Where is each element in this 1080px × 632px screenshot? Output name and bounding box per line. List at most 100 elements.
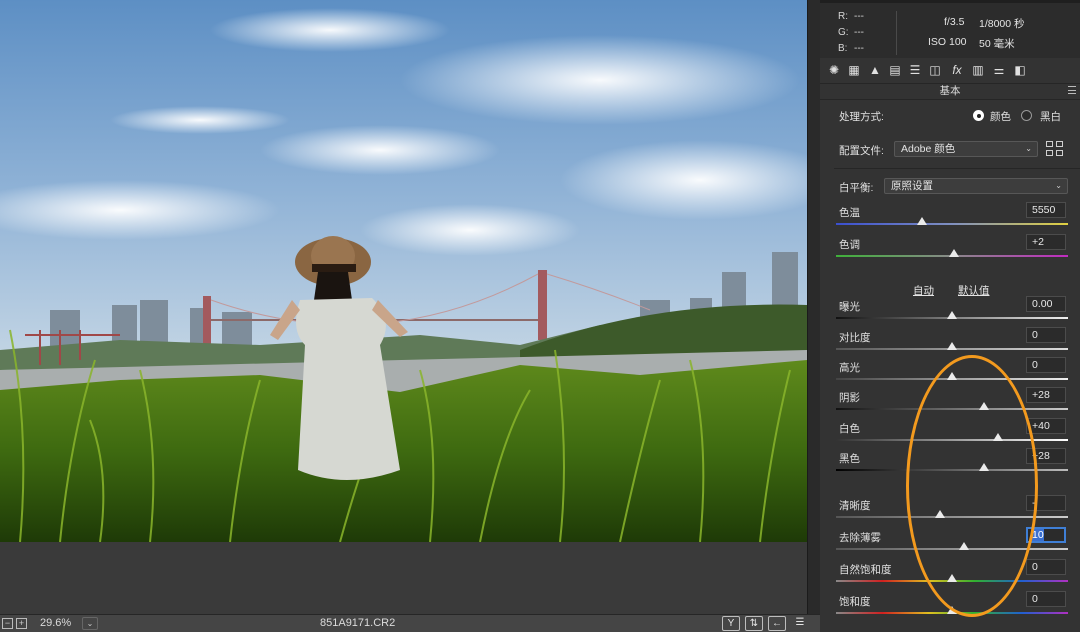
slider-thumb[interactable] xyxy=(947,311,957,319)
slider-label: 白色 xyxy=(839,423,860,435)
g-label: G: xyxy=(838,27,849,38)
profile-label: 配置文件: xyxy=(839,145,884,157)
grid-icon[interactable]: ▦ xyxy=(846,63,862,77)
chevron-down-icon: ⌄ xyxy=(1025,144,1032,153)
white-balance-value: 原照设置 xyxy=(891,180,933,192)
slider-track[interactable] xyxy=(836,516,1068,518)
slider-value: 0 xyxy=(1032,329,1038,341)
bw-radio-label: 黑白 xyxy=(1040,111,1061,123)
presets-icon[interactable]: ⚌ xyxy=(991,63,1007,77)
panel-tabs: ✺ ▦ ▲ ▤ ☰ ◫ fx ▥ ⚌ ◧ xyxy=(820,58,1080,84)
slider-value-field[interactable]: 10 xyxy=(1026,527,1066,543)
b-label: B: xyxy=(838,43,848,54)
white-balance-select[interactable]: 原照设置 ⌄ xyxy=(884,178,1068,194)
slider-value-field[interactable]: +28 xyxy=(1026,387,1066,403)
slider-thumb[interactable] xyxy=(947,574,957,582)
slider-label: 清晰度 xyxy=(839,500,871,512)
hsl-icon[interactable]: ☰ xyxy=(907,63,923,77)
slider-label: 曝光 xyxy=(839,301,860,313)
slider-track[interactable] xyxy=(836,548,1068,550)
iso: ISO 100 xyxy=(928,36,967,48)
slider-value: +28 xyxy=(1032,389,1050,401)
default-link[interactable]: 默认值 xyxy=(958,283,990,298)
info-separator xyxy=(896,11,897,55)
slider-thumb[interactable] xyxy=(958,542,969,550)
chevron-down-icon: ⌄ xyxy=(1055,181,1062,190)
slider-label: 高光 xyxy=(839,362,860,374)
slider-value: 0 xyxy=(1032,593,1038,605)
slider-value: 0 xyxy=(1032,359,1038,371)
slider-label: 去除薄雾 xyxy=(839,532,881,544)
slider-track[interactable] xyxy=(836,469,1068,471)
slider-label: 色温 xyxy=(839,207,860,219)
slider-value: 0 xyxy=(1032,561,1038,573)
slider-label: 饱和度 xyxy=(839,596,871,608)
lens-icon[interactable]: ◫ xyxy=(927,63,943,77)
section-title: 基本 xyxy=(820,84,1080,100)
file-name: 851A9171.CR2 xyxy=(320,617,396,629)
slider-thumb[interactable] xyxy=(916,217,927,225)
slider-value: 0.00 xyxy=(1032,298,1053,310)
slider-value-field[interactable]: +40 xyxy=(1026,418,1066,434)
zoom-in-icon[interactable]: + xyxy=(16,618,27,629)
slider-thumb[interactable] xyxy=(979,402,990,410)
slider-value: 10 xyxy=(1032,529,1044,541)
slider-label: 黑色 xyxy=(839,453,860,465)
panel-menu-icon[interactable] xyxy=(1068,86,1076,94)
aperture: f/3.5 xyxy=(944,16,965,28)
slider-value-field[interactable]: 0 xyxy=(1026,327,1066,343)
swap-icon[interactable]: ⇅ xyxy=(745,616,763,631)
slider-label: 阴影 xyxy=(839,392,860,404)
zoom-level: 29.6% xyxy=(40,617,72,629)
g-value: --- xyxy=(854,27,864,38)
slider-value-field[interactable]: +2 xyxy=(1026,234,1066,250)
slider-thumb[interactable] xyxy=(979,463,990,471)
mountains-icon[interactable]: ▲ xyxy=(867,63,883,77)
status-bar: − + 29.6% ⌄ 851A9171.CR2 Y ⇅ ← ☰ xyxy=(0,614,820,632)
slider-label: 对比度 xyxy=(839,332,871,344)
y-compare-icon[interactable]: Y xyxy=(722,616,740,631)
snapshots-icon[interactable]: ◧ xyxy=(1012,63,1028,77)
auto-link[interactable]: 自动 xyxy=(913,283,934,298)
r-value: --- xyxy=(854,11,864,22)
aperture-icon[interactable]: ✺ xyxy=(826,63,842,77)
slider-thumb[interactable] xyxy=(993,433,1004,441)
slider-value-field[interactable]: 0 xyxy=(1026,559,1066,575)
slider-label: 色调 xyxy=(839,239,860,251)
slider-track[interactable] xyxy=(836,223,1068,225)
panel-divider[interactable] xyxy=(807,0,820,614)
profile-select[interactable]: Adobe 颜色 ⌄ xyxy=(894,141,1038,157)
slider-value-field[interactable]: 5550 xyxy=(1026,202,1066,218)
slider-thumb[interactable] xyxy=(947,606,957,614)
slider-value-field[interactable]: 0.00 xyxy=(1026,296,1066,312)
profile-value: Adobe 颜色 xyxy=(901,143,956,155)
slider-thumb[interactable] xyxy=(947,342,957,350)
bw-radio[interactable] xyxy=(1021,110,1032,121)
slider-value: +28 xyxy=(1032,450,1050,462)
slider-value: +2 xyxy=(1032,236,1044,248)
adjustment-panel: R: --- G: --- B: --- f/3.5 1/8000 秒 ISO 100… xyxy=(820,0,1080,632)
profile-browser-icon[interactable] xyxy=(1046,141,1064,157)
copy-settings-icon[interactable]: ← xyxy=(768,616,786,631)
treatment-label: 处理方式: xyxy=(839,111,884,123)
preferences-icon[interactable]: ☰ xyxy=(791,616,809,631)
slider-thumb[interactable] xyxy=(949,249,960,257)
slider-thumb[interactable] xyxy=(947,372,957,380)
camera-calibration-icon[interactable]: ▥ xyxy=(970,63,986,77)
slider-track[interactable] xyxy=(836,439,1068,441)
color-radio[interactable] xyxy=(973,110,984,121)
split-icon[interactable]: ▤ xyxy=(887,63,903,77)
slider-label: 自然饱和度 xyxy=(839,564,892,576)
info-panel: R: --- G: --- B: --- f/3.5 1/8000 秒 ISO 100… xyxy=(820,0,1080,58)
slider-thumb[interactable] xyxy=(935,510,946,518)
slider-value-field[interactable]: - xyxy=(1026,495,1066,511)
slider-track[interactable] xyxy=(836,408,1068,410)
fx-icon[interactable]: fx xyxy=(949,63,965,77)
slider-value: 5550 xyxy=(1032,204,1056,216)
photo-preview[interactable] xyxy=(0,0,807,542)
fit-icon[interactable]: − xyxy=(2,618,13,629)
zoom-dropdown-icon[interactable]: ⌄ xyxy=(82,617,98,630)
slider-value-field[interactable]: 0 xyxy=(1026,591,1066,607)
slider-value-field[interactable]: 0 xyxy=(1026,357,1066,373)
slider-value-field[interactable]: +28 xyxy=(1026,448,1066,464)
